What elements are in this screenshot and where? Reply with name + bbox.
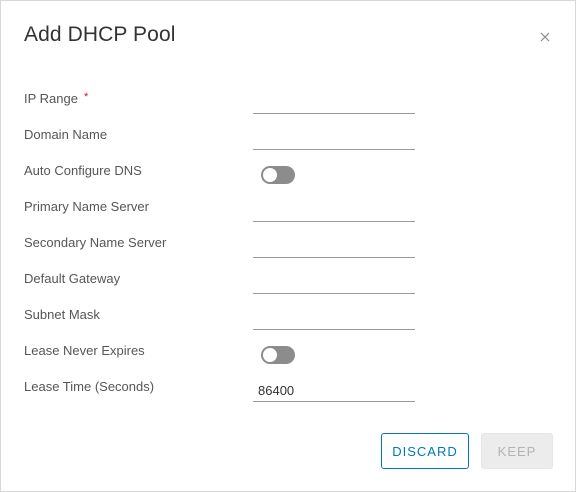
lease-never-expires-toggle[interactable] <box>261 346 295 364</box>
dialog-title: Add DHCP Pool <box>24 23 176 46</box>
primary-name-server-label: Primary Name Server <box>24 199 149 214</box>
lease-time-label: Lease Time (Seconds) <box>24 379 155 394</box>
add-dhcp-pool-dialog: Add DHCP Pool IP Range * Domain Name Auto… <box>0 0 576 492</box>
lease-time-input[interactable] <box>253 380 415 402</box>
secondary-name-server-input[interactable] <box>253 236 415 258</box>
ip-range-label: IP Range * <box>24 91 88 106</box>
subnet-mask-input[interactable] <box>253 308 415 330</box>
primary-name-server-input[interactable] <box>253 200 415 222</box>
subnet-mask-label: Subnet Mask <box>24 307 100 322</box>
ip-range-input[interactable] <box>253 92 415 114</box>
default-gateway-label: Default Gateway <box>24 271 121 286</box>
domain-name-label: Domain Name <box>24 127 108 142</box>
discard-button[interactable]: DISCARD <box>381 433 469 469</box>
required-asterisk: * <box>83 91 89 103</box>
ip-range-label-text: IP Range <box>24 91 78 106</box>
keep-button[interactable]: KEEP <box>481 433 553 469</box>
default-gateway-input[interactable] <box>253 272 415 294</box>
toggle-knob <box>263 168 277 182</box>
domain-name-input[interactable] <box>253 128 415 150</box>
auto-configure-dns-label: Auto Configure DNS <box>24 163 142 178</box>
auto-configure-dns-toggle[interactable] <box>261 166 295 184</box>
lease-never-expires-label: Lease Never Expires <box>24 343 145 358</box>
secondary-name-server-label: Secondary Name Server <box>24 235 167 250</box>
toggle-knob <box>263 348 277 362</box>
close-icon[interactable] <box>538 30 552 44</box>
